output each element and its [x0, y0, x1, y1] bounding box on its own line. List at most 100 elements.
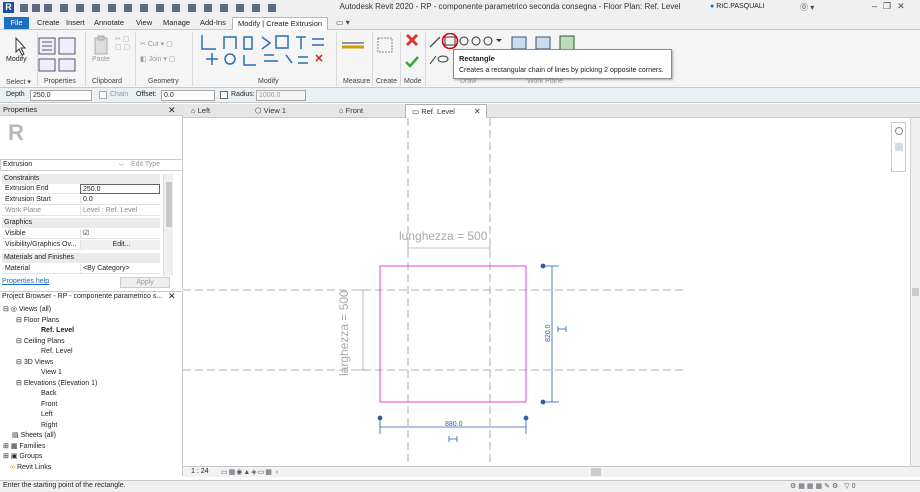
- radius-label: Radius:: [231, 91, 255, 98]
- user-name[interactable]: ● RIC.PASQUALI: [710, 3, 765, 10]
- tree-floor-plans[interactable]: ⊟ Floor Plans: [16, 316, 59, 326]
- dim-larghezza[interactable]: larghezza = 500: [337, 290, 351, 376]
- section-graphics[interactable]: Graphics: [2, 218, 160, 228]
- tab-insert[interactable]: Insert: [61, 17, 90, 29]
- draw-tools-row2[interactable]: [428, 52, 452, 66]
- tree-groups[interactable]: ⊞ ▣ Groups: [3, 452, 42, 462]
- tree-elevations[interactable]: ⊟ Elevations (Elevation 1): [16, 379, 97, 389]
- close-icon[interactable]: ✕: [168, 104, 176, 116]
- section-constraints[interactable]: Constraints: [2, 174, 160, 184]
- scrollbar-thumb[interactable]: [912, 288, 919, 296]
- row-visibility-graphics[interactable]: Visibility/Graphics Ov... Edit...: [2, 240, 160, 250]
- view-tab-view-1[interactable]: ⬡ View 1: [249, 104, 311, 118]
- tree-back[interactable]: Back: [41, 389, 57, 399]
- radius-checkbox[interactable]: [220, 91, 228, 99]
- row-extrusion-end[interactable]: Extrusion End 250.0: [2, 184, 160, 194]
- canvas-vertical-scrollbar[interactable]: [910, 118, 920, 466]
- tree-front[interactable]: Front: [41, 400, 57, 410]
- view-control-bar: 1 : 24 ▭▦◉▲◈▭▦ ‹: [183, 466, 920, 477]
- dim-width-value[interactable]: 880.0: [445, 421, 463, 428]
- visible-checkbox[interactable]: ☑: [80, 229, 160, 239]
- view-tab-front[interactable]: ⌂ Front: [333, 104, 395, 118]
- floor-plan-drawing[interactable]: lunghezza = 500 larghezza = 500 880.0 82…: [183, 118, 910, 466]
- horizontal-scrollbar-thumb[interactable]: [591, 468, 601, 476]
- cut-button[interactable]: ✂ Cut ▾ ▢: [140, 40, 173, 48]
- revit-logo-icon[interactable]: R: [3, 2, 14, 13]
- dim-height-value[interactable]: 820.0: [545, 324, 552, 342]
- modify-cursor-icon[interactable]: [8, 36, 30, 56]
- tree-revit-links[interactable]: ∞ Revit Links: [10, 463, 51, 473]
- properties-icon[interactable]: [38, 58, 78, 78]
- properties-help-link[interactable]: Properties help: [2, 278, 49, 285]
- steering-wheel-icon[interactable]: [895, 127, 903, 135]
- panel-select[interactable]: Select ▾: [6, 78, 31, 86]
- help-icon[interactable]: ⓪ ▾: [800, 2, 814, 13]
- tab-file[interactable]: File: [4, 17, 29, 29]
- apply-button[interactable]: Apply: [120, 277, 170, 288]
- section-materials[interactable]: Materials and Finishes: [2, 253, 160, 263]
- view-tab-ref-level[interactable]: ▭ Ref. Level ✕: [405, 104, 487, 118]
- tree-ref-level-floor[interactable]: Ref. Level: [41, 326, 74, 336]
- tree-families[interactable]: ⊞ ▦ Families: [3, 442, 45, 452]
- finish-edit-icon[interactable]: [405, 55, 419, 69]
- view-scale[interactable]: 1 : 24: [191, 468, 209, 475]
- chain-checkbox[interactable]: [99, 91, 107, 99]
- window-controls[interactable]: –❐✕: [872, 1, 911, 12]
- create-icon[interactable]: [376, 35, 396, 57]
- tree-right[interactable]: Right: [41, 421, 57, 431]
- tree-ceiling-plans[interactable]: ⊟ Ceiling Plans: [16, 337, 65, 347]
- close-icon[interactable]: ✕: [474, 105, 481, 119]
- modify-tools[interactable]: [200, 33, 340, 75]
- paste-icon[interactable]: [92, 34, 112, 58]
- view-tab-left[interactable]: ⌂ Left: [185, 104, 247, 118]
- tab-add-ins[interactable]: Add-Ins: [195, 17, 231, 29]
- quick-access-toolbar[interactable]: [20, 3, 320, 13]
- tab-manage[interactable]: Manage: [158, 17, 195, 29]
- properties-scrollbar[interactable]: [163, 174, 173, 276]
- extrusion-rectangle[interactable]: [379, 265, 527, 403]
- draw-tools[interactable]: [428, 33, 508, 49]
- panel-properties: Properties: [44, 78, 76, 85]
- tab-create[interactable]: Create: [32, 17, 65, 29]
- view-tabs: ⌂ Left ⬡ View 1 ⌂ Front ▭ Ref. Level ✕: [183, 104, 920, 118]
- cancel-edit-icon[interactable]: [405, 33, 419, 47]
- edit-type-button[interactable]: Edit Type: [131, 160, 160, 170]
- user-icon: ●: [710, 3, 715, 10]
- paste-button[interactable]: Paste: [92, 56, 110, 63]
- row-extrusion-start[interactable]: Extrusion Start 0.0: [2, 195, 160, 205]
- offset-input[interactable]: 0.0: [161, 90, 215, 101]
- radius-input[interactable]: 1000.0: [256, 90, 306, 101]
- dim-lunghezza[interactable]: lunghezza = 500: [399, 229, 488, 243]
- measure-icon[interactable]: [340, 35, 370, 57]
- selection-options-icons[interactable]: ⚙▦▦▦✎⚙ ▽0: [790, 482, 858, 490]
- panel-modify: Modify: [258, 78, 279, 85]
- tree-view-1[interactable]: View 1: [41, 368, 62, 378]
- row-material[interactable]: Material <By Category>: [2, 264, 160, 274]
- tab-annotate[interactable]: Annotate: [89, 17, 129, 29]
- extrusion-end-input[interactable]: 250.0: [80, 184, 160, 194]
- drawing-canvas[interactable]: lunghezza = 500 larghezza = 500 880.0 82…: [183, 118, 910, 466]
- depth-label: Depth: [6, 91, 25, 98]
- modify-button[interactable]: Modify: [6, 56, 27, 63]
- close-icon[interactable]: ✕: [168, 291, 176, 302]
- contextual-dropdown-icon[interactable]: ▭ ▾: [336, 18, 350, 27]
- join-button[interactable]: ◧ Join ▾ ▢: [140, 55, 175, 63]
- tab-view[interactable]: View: [131, 17, 157, 29]
- join-icon: ◧: [140, 56, 149, 63]
- tree-3d-views[interactable]: ⊟ 3D Views: [16, 358, 53, 368]
- view-control-icons[interactable]: ▭▦◉▲◈▭▦ ‹: [221, 468, 279, 476]
- edit-visibility-button[interactable]: Edit...: [80, 240, 160, 250]
- tree-views-all[interactable]: ⊟ ◎ Views (all): [3, 305, 51, 315]
- navigation-bar[interactable]: [891, 122, 906, 172]
- tree-ref-level-ceiling[interactable]: Ref. Level: [41, 347, 73, 357]
- zoom-icon[interactable]: [895, 143, 903, 151]
- tree-left[interactable]: Left: [41, 410, 53, 420]
- clipboard-small-icons[interactable]: ✂ ▢ ▢ ▢: [115, 35, 130, 51]
- depth-input[interactable]: 250.0: [30, 90, 92, 101]
- tree-sheets[interactable]: ▤ Sheets (all): [12, 431, 56, 441]
- type-properties-icon[interactable]: [38, 36, 76, 56]
- row-visible[interactable]: Visible ☑: [2, 229, 160, 239]
- tab-modify-create-extrusion[interactable]: Modify | Create Extrusion: [232, 17, 329, 30]
- scrollbar-thumb[interactable]: [166, 182, 172, 227]
- type-selector[interactable]: Extrusion ⌵ Edit Type: [0, 159, 183, 171]
